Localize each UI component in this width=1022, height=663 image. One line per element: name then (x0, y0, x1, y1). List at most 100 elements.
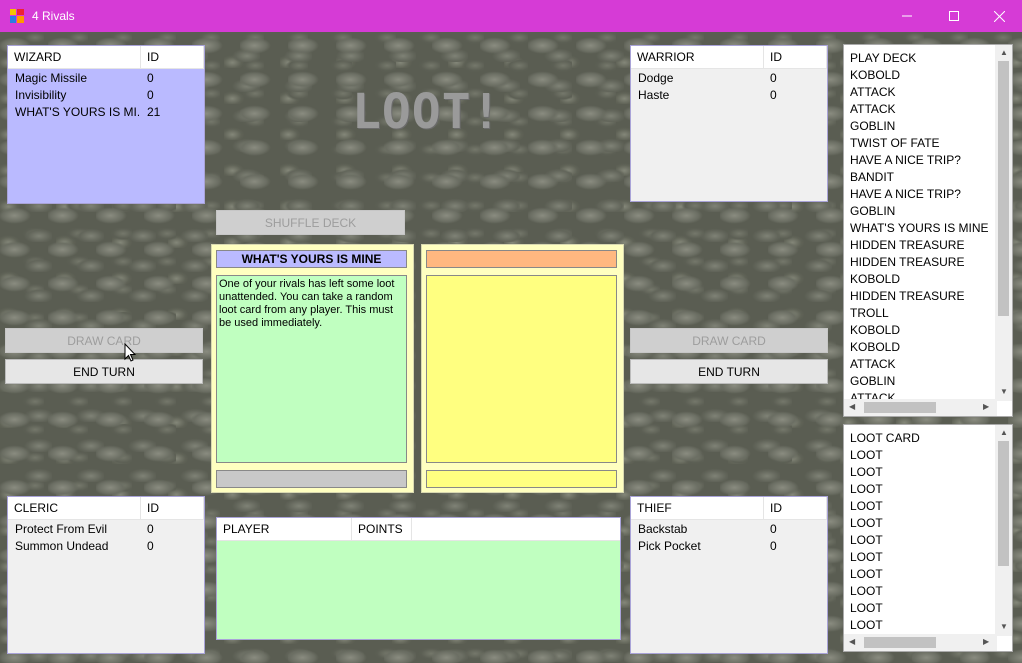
opponent-card-description (426, 275, 617, 463)
loot-deck-item[interactable]: LOOT (850, 515, 883, 532)
scroll-up-icon[interactable]: ▲ (1000, 48, 1008, 57)
spell-id: 0 (147, 71, 154, 85)
thief-spell-row[interactable]: Backstab 0 (631, 521, 827, 538)
play-deck-item[interactable]: HIDDEN TREASURE (850, 254, 964, 271)
scroll-right-icon[interactable]: ▶ (983, 637, 989, 646)
draw-card-button-right[interactable]: DRAW CARD (630, 328, 828, 353)
opponent-card-footer (426, 470, 617, 488)
loot-deck-item[interactable]: LOOT (850, 566, 883, 583)
loot-card-list[interactable]: LOOT CARD LOOT LOOT LOOT LOOT LOOT LOOT LOOT LOO… (843, 424, 1013, 652)
loot-horizontal-scrollbar[interactable]: ◀ ▶ (844, 634, 997, 651)
scroll-left-icon[interactable]: ◀ (849, 637, 855, 646)
warrior-column-header[interactable]: WARRIOR (631, 46, 764, 68)
scroll-thumb[interactable] (864, 402, 936, 413)
cleric-list-header: CLERIC ID (8, 497, 204, 520)
wizard-id-column-header[interactable]: ID (141, 46, 204, 68)
thief-column-header[interactable]: THIEF (631, 497, 764, 519)
wizard-column-header[interactable]: WIZARD (8, 46, 141, 68)
wizard-spell-row[interactable]: Magic Missile 0 (8, 70, 204, 87)
loot-deck-item[interactable]: LOOT (850, 532, 883, 549)
loot-banner: LOOT! (352, 84, 502, 140)
loot-deck-item[interactable]: LOOT (850, 600, 883, 617)
minimize-button[interactable] (884, 0, 930, 32)
scroll-right-icon[interactable]: ▶ (983, 402, 989, 411)
loot-deck-item[interactable]: LOOT (850, 447, 883, 464)
scroll-thumb[interactable] (998, 61, 1009, 316)
cleric-spell-row[interactable]: Summon Undead 0 (8, 538, 204, 555)
warrior-list-header: WARRIOR ID (631, 46, 827, 69)
opponent-card[interactable] (421, 244, 624, 493)
play-deck-item[interactable]: GOBLIN (850, 203, 895, 220)
play-deck-item[interactable]: KOBOLD (850, 339, 900, 356)
wizard-spell-row[interactable]: WHAT'S YOURS IS MI... 21 (8, 104, 204, 121)
loot-deck-item[interactable]: LOOT (850, 549, 883, 566)
play-deck-item[interactable]: HAVE A NICE TRIP? (850, 186, 961, 203)
play-deck-horizontal-scrollbar[interactable]: ◀ ▶ (844, 399, 997, 416)
spell-id: 0 (147, 522, 154, 536)
loot-deck-item[interactable]: LOOT (850, 464, 883, 481)
current-card[interactable]: WHAT'S YOURS IS MINE One of your rivals … (211, 244, 414, 493)
draw-card-button-left[interactable]: DRAW CARD (5, 328, 203, 353)
thief-spell-list[interactable]: THIEF ID Backstab 0 Pick Pocket 0 (630, 496, 828, 654)
play-deck-item[interactable]: TWIST OF FATE (850, 135, 940, 152)
loot-deck-item[interactable]: LOOT (850, 481, 883, 498)
play-deck-item[interactable]: KOBOLD (850, 67, 900, 84)
wizard-spell-row[interactable]: Invisibility 0 (8, 87, 204, 104)
player-column-header[interactable]: PLAYER (217, 518, 352, 540)
warrior-id-column-header[interactable]: ID (764, 46, 827, 68)
scroll-down-icon[interactable]: ▼ (1000, 387, 1008, 396)
play-deck-item[interactable]: ATTACK (850, 101, 896, 118)
play-deck-item[interactable]: HIDDEN TREASURE (850, 288, 964, 305)
play-deck-item[interactable]: ATTACK (850, 84, 896, 101)
cleric-spell-row[interactable]: Protect From Evil 0 (8, 521, 204, 538)
scroll-up-icon[interactable]: ▲ (1000, 428, 1008, 437)
end-turn-button-right[interactable]: END TURN (630, 359, 828, 384)
loot-deck-header-item[interactable]: LOOT CARD (850, 430, 920, 447)
play-deck-list[interactable]: PLAY DECK KOBOLD ATTACK ATTACK GOBLIN TWIST O… (843, 44, 1013, 417)
loot-deck-item[interactable]: LOOT (850, 617, 883, 634)
warrior-spell-row[interactable]: Haste 0 (631, 87, 827, 104)
cleric-spell-list[interactable]: CLERIC ID Protect From Evil 0 Summon Und… (7, 496, 205, 654)
play-deck-vertical-scrollbar[interactable]: ▲ ▼ (995, 45, 1012, 401)
play-deck-item[interactable]: TROLL (850, 305, 889, 322)
thief-id-column-header[interactable]: ID (764, 497, 827, 519)
play-deck-item[interactable]: BANDIT (850, 169, 894, 186)
spell-name: Protect From Evil (15, 522, 108, 536)
play-deck-item[interactable]: GOBLIN (850, 118, 895, 135)
play-deck-item[interactable]: HIDDEN TREASURE (850, 237, 964, 254)
play-deck-header-item[interactable]: PLAY DECK (850, 50, 916, 67)
scroll-thumb[interactable] (998, 441, 1009, 566)
cleric-column-header[interactable]: CLERIC (8, 497, 141, 519)
maximize-button[interactable] (931, 0, 977, 32)
score-list[interactable]: PLAYER POINTS (216, 517, 621, 640)
close-button[interactable] (976, 0, 1022, 32)
spell-name: Backstab (638, 522, 688, 536)
play-deck-item[interactable]: KOBOLD (850, 271, 900, 288)
shuffle-deck-button[interactable]: SHUFFLE DECK (216, 210, 405, 235)
thief-spell-row[interactable]: Pick Pocket 0 (631, 538, 827, 555)
spell-id: 0 (147, 88, 154, 102)
play-deck-item[interactable]: KOBOLD (850, 322, 900, 339)
title-bar: 4 Rivals (0, 0, 1022, 32)
end-turn-button-left[interactable]: END TURN (5, 359, 203, 384)
play-deck-item[interactable]: ATTACK (850, 356, 896, 373)
wizard-spell-list[interactable]: WIZARD ID Magic Missile 0 Invisibility 0… (7, 45, 205, 204)
cleric-id-column-header[interactable]: ID (141, 497, 204, 519)
spell-name: Magic Missile (15, 71, 88, 85)
scroll-down-icon[interactable]: ▼ (1000, 622, 1008, 631)
spell-id: 21 (147, 105, 161, 119)
loot-deck-item[interactable]: LOOT (850, 583, 883, 600)
spell-id: 0 (147, 539, 154, 553)
spell-name: WHAT'S YOURS IS MI... (15, 105, 139, 119)
loot-deck-item[interactable]: LOOT (850, 498, 883, 515)
play-deck-item[interactable]: WHAT'S YOURS IS MINE (850, 220, 989, 237)
points-column-header[interactable]: POINTS (352, 518, 412, 540)
card-description: One of your rivals has left some loot un… (216, 275, 407, 463)
warrior-spell-list[interactable]: WARRIOR ID Dodge 0 Haste 0 (630, 45, 828, 202)
loot-vertical-scrollbar[interactable]: ▲ ▼ (995, 425, 1012, 636)
play-deck-item[interactable]: GOBLIN (850, 373, 895, 390)
scroll-left-icon[interactable]: ◀ (849, 402, 855, 411)
play-deck-item[interactable]: HAVE A NICE TRIP? (850, 152, 961, 169)
scroll-thumb[interactable] (864, 637, 936, 648)
warrior-spell-row[interactable]: Dodge 0 (631, 70, 827, 87)
